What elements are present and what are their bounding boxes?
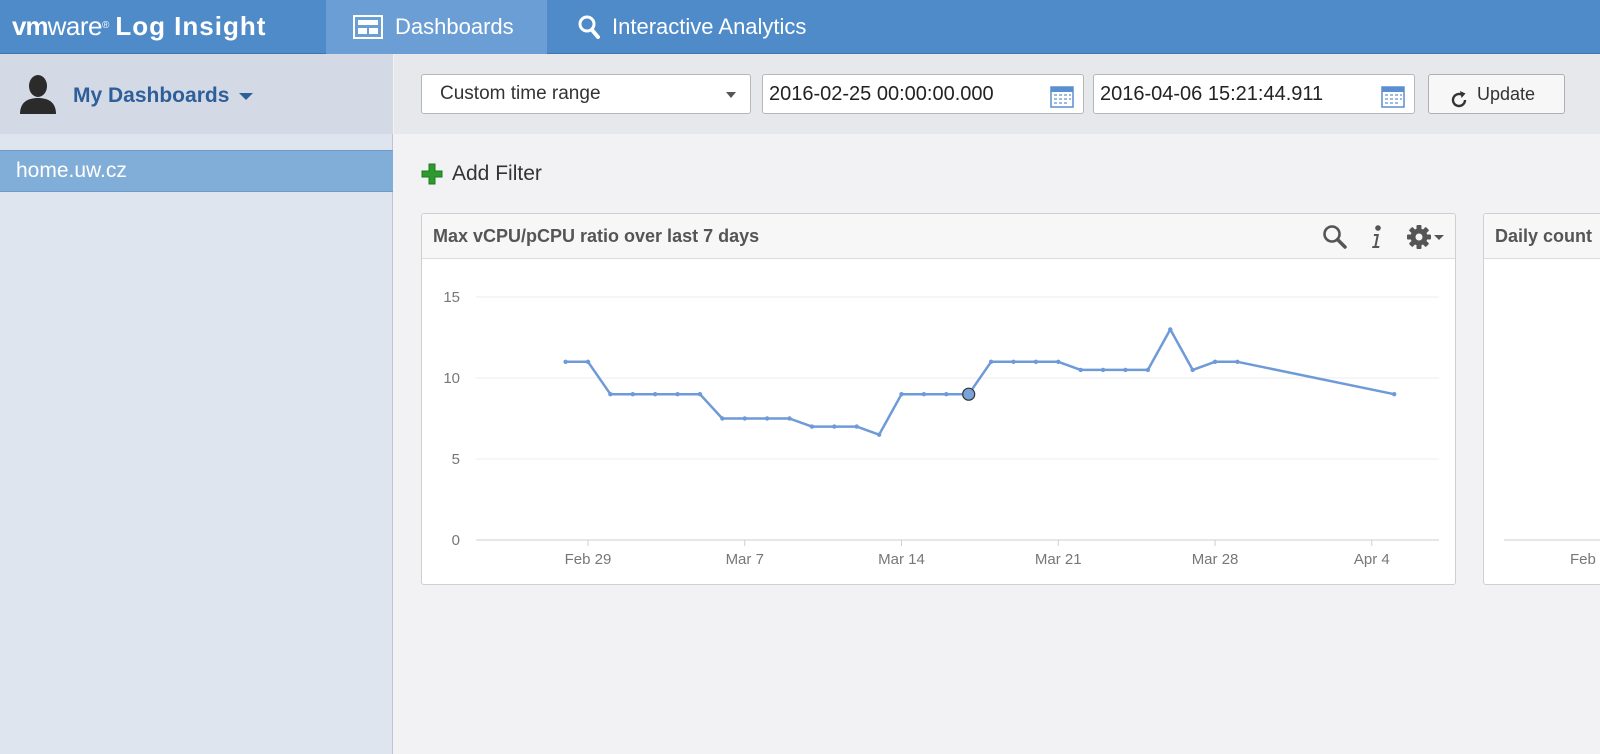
sidebar-item-label: home.uw.cz (16, 159, 127, 182)
plus-icon (421, 163, 443, 185)
series-line (565, 328, 1395, 436)
update-button-label: Update (1477, 84, 1536, 104)
search-icon (578, 15, 600, 39)
data-point (652, 392, 658, 397)
x-tick-label: Mar 7 (726, 551, 764, 568)
highlighted-data-point (962, 387, 976, 401)
data-point (1011, 359, 1016, 364)
x-tick-label: Mar 28 (1192, 551, 1239, 568)
data-point (876, 432, 882, 437)
data-point (1235, 359, 1240, 364)
x-tick-label: Mar 21 (1035, 551, 1082, 568)
add-filter-label: Add Filter (452, 162, 542, 185)
tab-interactive-analytics[interactable]: Interactive Analytics (578, 0, 806, 54)
data-point (854, 424, 859, 429)
start-date-value: 2016-02-25 00:00:00.000 (769, 83, 994, 105)
y-tick-label: 0 (452, 532, 460, 549)
widget-header: Daily count (1484, 214, 1600, 259)
line-chart[interactable]: 0 5 10 15 Feb 29 Mar 7 Mar 14 Mar 21 Mar 28 Apr 4 (422, 259, 1455, 585)
widget-header: Max vCPU/pCPU ratio over last 7 days (422, 214, 1455, 259)
vmware-log-insight-logo[interactable]: vmware® Log Insight (12, 11, 266, 41)
data-point (1392, 392, 1397, 397)
data-point (1145, 367, 1151, 373)
data-point (1190, 367, 1195, 373)
time-range-select[interactable]: Custom time range (421, 74, 751, 114)
add-filter-button[interactable]: Add Filter (421, 160, 542, 188)
logo-registered-mark: ® (101, 20, 110, 31)
data-point (742, 416, 747, 421)
x-tick-label: Feb (1570, 551, 1596, 568)
data-point (697, 392, 703, 397)
tab-dashboards[interactable]: Dashboards (326, 0, 547, 54)
user-avatar-icon (18, 74, 58, 119)
logo-product-name: Log Insight (115, 11, 267, 41)
x-tick-label: Mar 14 (878, 551, 925, 568)
start-date-input[interactable]: 2016-02-25 00:00:00.000 (762, 74, 1084, 114)
chevron-down-icon (726, 92, 736, 98)
widget-title: Max vCPU/pCPU ratio over last 7 days (433, 226, 760, 246)
data-point (809, 424, 815, 429)
data-point (832, 424, 837, 429)
x-tick-label: Feb 29 (565, 551, 612, 568)
x-tick-label: Apr 4 (1354, 551, 1390, 568)
data-point (563, 359, 568, 364)
data-point (1212, 359, 1218, 364)
gear-icon[interactable] (1406, 224, 1448, 255)
info-icon[interactable] (1369, 224, 1383, 255)
widget-title: Daily count (1495, 226, 1593, 246)
time-range-value: Custom time range (440, 83, 601, 104)
sidebar-item-home-uw-cz[interactable]: home.uw.cz (0, 150, 393, 192)
sidebar-header: My Dashboards (0, 54, 393, 134)
my-dashboards-dropdown[interactable]: My Dashboards (73, 84, 254, 108)
data-point (1033, 359, 1039, 364)
top-navbar: vmware® Log Insight Dashboards Interactiv… (0, 0, 1600, 54)
tab-dashboards-label: Dashboards (395, 14, 514, 39)
sidebar: My Dashboards home.uw.cz (0, 54, 393, 754)
data-point (944, 392, 949, 397)
tab-interactive-analytics-label: Interactive Analytics (612, 14, 807, 39)
data-point (787, 416, 792, 421)
data-point (1168, 327, 1173, 332)
dashboard-icon (353, 15, 383, 39)
widget-vcpu-ratio: Max vCPU/pCPU ratio over last 7 days 0 5… (421, 213, 1456, 585)
end-date-value: 2016-04-06 15:21:44.911 (1100, 83, 1324, 105)
logo-vm: vm (12, 11, 49, 41)
data-point (921, 392, 927, 397)
data-point (988, 359, 994, 364)
data-point (1078, 367, 1083, 373)
zoom-search-icon[interactable] (1322, 224, 1348, 255)
data-point (899, 392, 904, 397)
data-point (764, 416, 770, 421)
data-point (720, 416, 725, 421)
update-button[interactable]: Update (1428, 74, 1565, 114)
data-point (675, 392, 680, 397)
data-point (1100, 367, 1106, 373)
y-tick-label: 5 (452, 451, 460, 468)
data-point (585, 359, 591, 364)
refresh-icon (1449, 85, 1469, 123)
data-point (608, 392, 613, 397)
y-tick-label: 15 (443, 289, 460, 306)
data-point (630, 392, 635, 397)
calendar-icon[interactable] (1381, 83, 1405, 121)
chevron-down-icon (239, 92, 254, 100)
line-chart-daily-count[interactable]: Feb (1484, 259, 1600, 585)
data-point (1123, 367, 1128, 373)
data-point (1056, 359, 1061, 364)
logo-ware: ware (47, 11, 103, 41)
my-dashboards-label: My Dashboards (73, 84, 230, 107)
calendar-icon[interactable] (1050, 83, 1074, 121)
y-tick-label: 10 (443, 370, 460, 387)
widget-daily-count: Daily count Feb (1483, 213, 1600, 585)
end-date-input[interactable]: 2016-04-06 15:21:44.911 (1093, 74, 1415, 114)
